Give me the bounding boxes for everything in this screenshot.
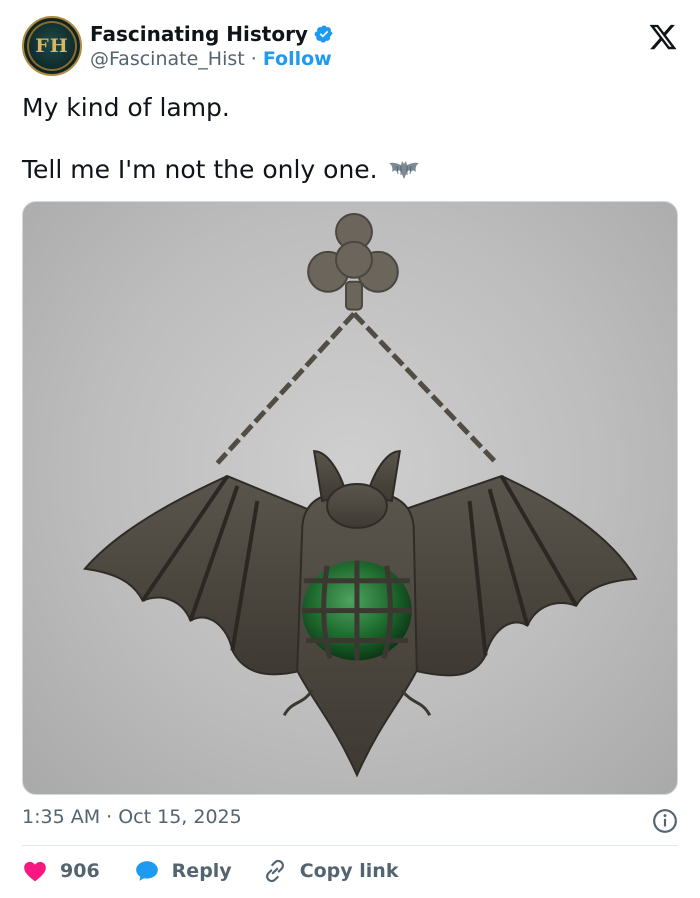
post-text-line-2-content: Tell me I'm not the only one. <box>22 155 378 184</box>
avatar[interactable]: FH <box>22 16 82 76</box>
post-actions: 906 Reply Copy link <box>22 856 398 886</box>
post-timestamp[interactable]: 1:35 AM · Oct 15, 2025 <box>22 806 242 828</box>
heart-icon <box>24 861 46 882</box>
author-name[interactable]: Fascinating History <box>90 22 308 46</box>
reply-bubble-icon <box>135 861 158 881</box>
like-button[interactable]: 906 <box>22 858 100 884</box>
bat-lamp-image <box>82 212 638 778</box>
separator-dot: · <box>250 48 257 70</box>
x-logo-icon[interactable] <box>648 22 678 52</box>
author-handle[interactable]: @Fascinate_Hist <box>90 48 245 70</box>
copy-link-label: Copy link <box>299 860 399 882</box>
author-name-row: Fascinating History <box>90 22 334 46</box>
clover-mount <box>307 212 399 311</box>
bat-emoji-icon <box>388 160 419 179</box>
divider <box>22 845 678 846</box>
reply-label: Reply <box>171 860 232 882</box>
follow-button[interactable]: Follow <box>263 48 332 70</box>
copy-link-button[interactable]: Copy link <box>262 858 399 884</box>
like-count: 906 <box>60 860 100 882</box>
author-handle-row: @Fascinate_Hist · Follow <box>90 48 332 70</box>
chains <box>215 311 499 465</box>
post-media[interactable] <box>22 201 678 795</box>
link-icon <box>265 859 284 883</box>
verified-badge-icon <box>314 25 333 43</box>
reply-button[interactable]: Reply <box>134 858 232 884</box>
info-icon[interactable] <box>652 808 678 834</box>
post-text-line-2: Tell me I'm not the only one. <box>22 155 420 184</box>
avatar-monogram: FH <box>35 35 69 57</box>
post-header: FH Fascinating History @Fascinate_Hist ·… <box>22 14 680 78</box>
post-text-line-1: My kind of lamp. <box>22 93 230 122</box>
